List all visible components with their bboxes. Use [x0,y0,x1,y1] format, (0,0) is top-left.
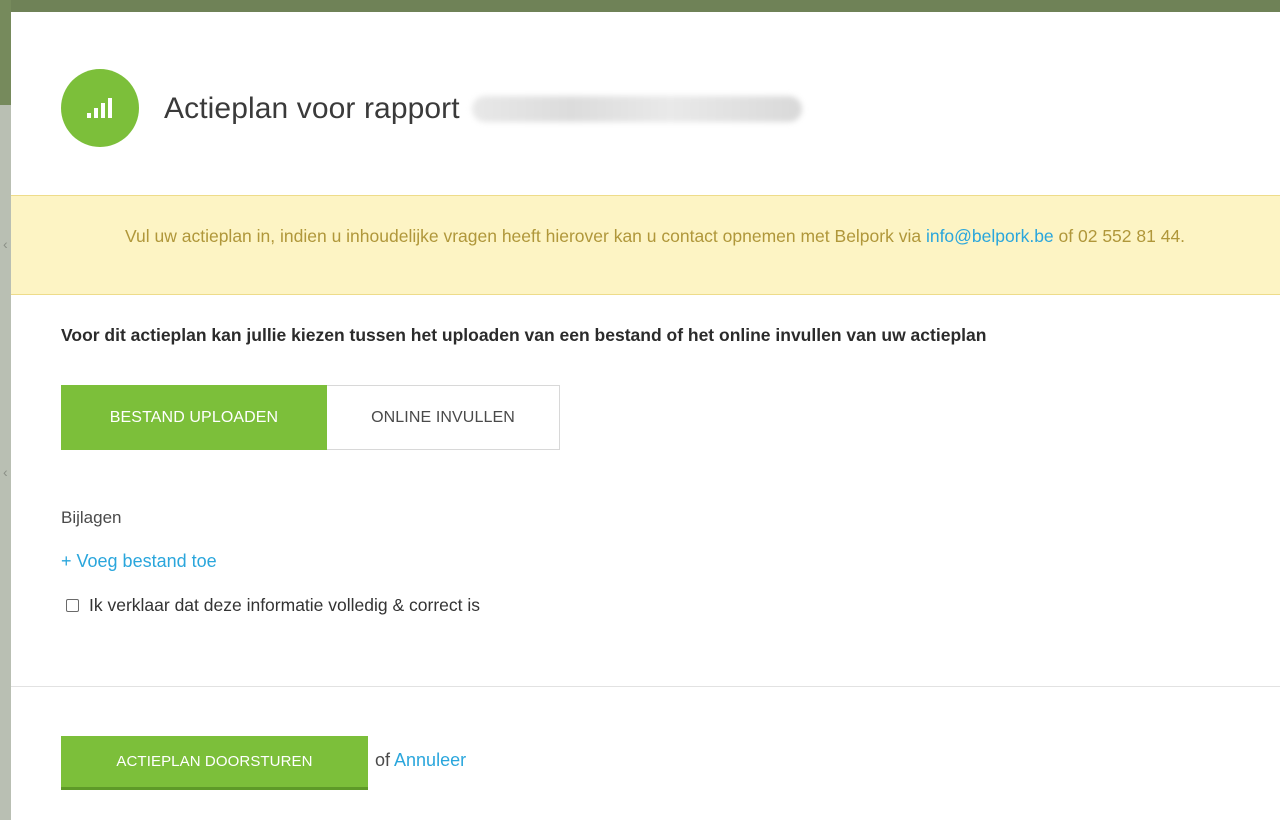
tab-upload-file[interactable]: BESTAND UPLOADEN [61,385,327,450]
submit-action-plan-button[interactable]: ACTIEPLAN DOORSTUREN [61,736,368,790]
backdrop-glyph: ‹ [3,464,8,480]
backdrop-left: ‹ ‹ [0,0,11,820]
footer-divider [11,686,1280,687]
page-title-text: Actieplan voor rapport [164,92,460,125]
cancel-link[interactable]: Annuleer [394,750,466,770]
signal-bars-icon [61,69,139,147]
notice-text-before: Vul uw actieplan in, indien u inhoudelij… [125,226,926,246]
or-text: of [375,750,395,770]
add-file-link[interactable]: + Voeg bestand toe [61,551,217,572]
page-title: Actieplan voor rapport [164,92,803,126]
backdrop-glyph: ‹ [3,236,8,252]
or-cancel: of Annuleer [375,750,466,771]
declaration-label: Ik verklaar dat deze informatie volledig… [89,595,480,615]
redacted-report-name [472,96,803,122]
tab-fill-online[interactable]: ONLINE INVULLEN [327,385,560,450]
mode-toggle: BESTAND UPLOADEN ONLINE INVULLEN [61,385,560,450]
info-notice: Vul uw actieplan in, indien u inhoudelij… [11,195,1280,295]
declaration-checkbox[interactable] [66,599,79,612]
intro-text: Voor dit actieplan kan jullie kiezen tus… [61,325,987,345]
declaration-row[interactable]: Ik verklaar dat deze informatie volledig… [66,595,480,616]
action-plan-modal: Actieplan voor rapport Vul uw actieplan … [11,12,1280,820]
notice-email-link[interactable]: info@belpork.be [926,226,1054,246]
notice-text: Vul uw actieplan in, indien u inhoudelij… [125,226,1225,246]
backdrop-top [0,0,1280,12]
notice-text-after: of 02 552 81 44. [1053,226,1186,246]
modal-header: Actieplan voor rapport [11,12,1280,195]
attachments-label: Bijlagen [61,508,122,527]
